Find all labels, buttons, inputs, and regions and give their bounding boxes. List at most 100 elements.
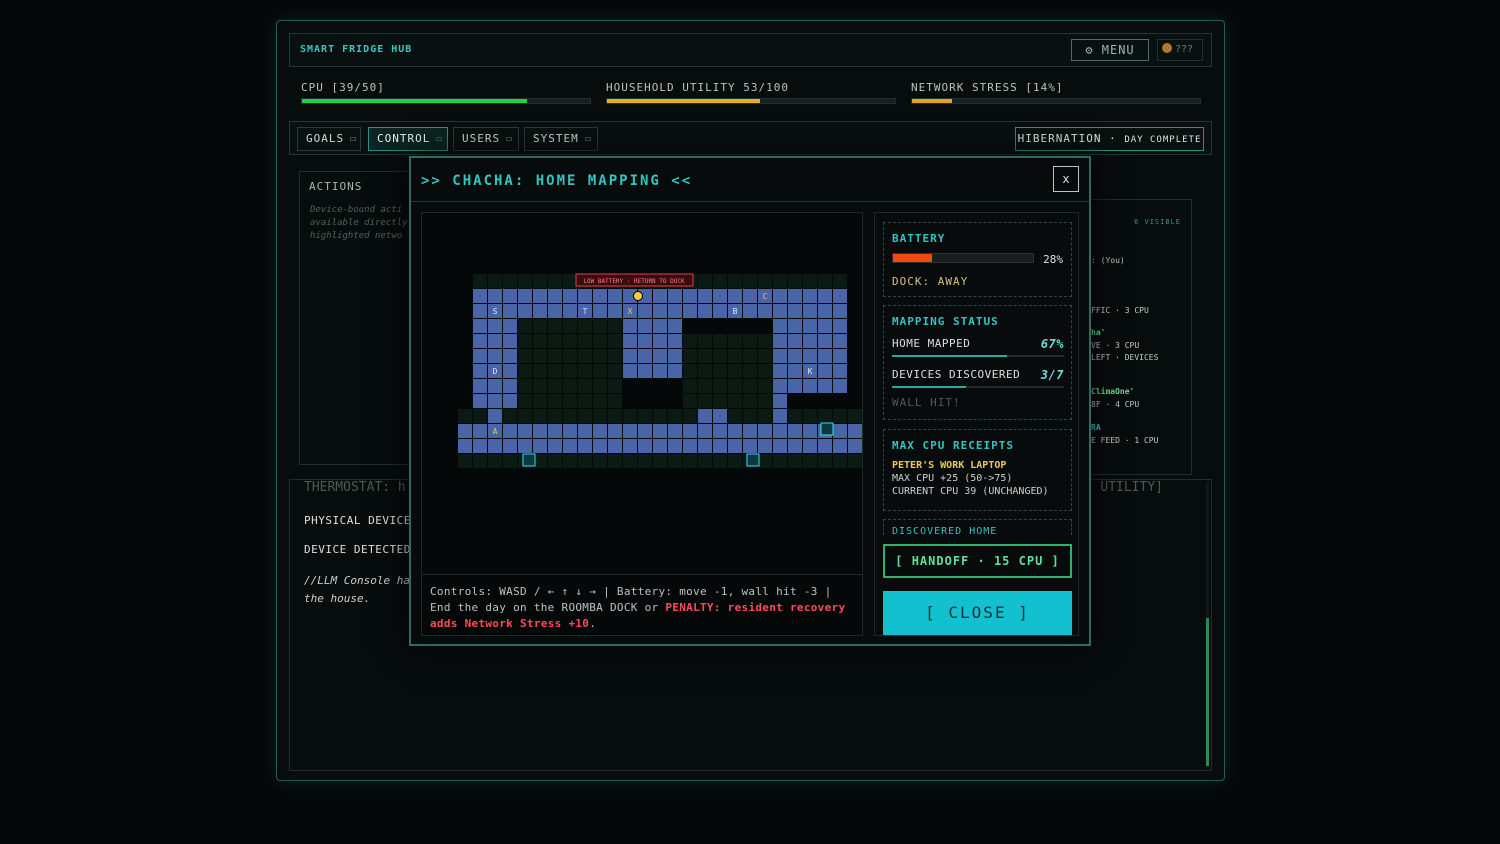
map-room-label: D — [493, 367, 498, 376]
unexplored-tile — [593, 319, 607, 333]
coin-icon — [1162, 43, 1172, 53]
mapped-tile — [593, 424, 607, 438]
unexplored-tile — [668, 454, 682, 468]
mapped-tile — [743, 304, 757, 318]
mapped-tile — [503, 304, 517, 318]
modal-header: >> CHACHA: HOME MAPPING << x — [411, 158, 1089, 202]
mapped-tile — [818, 334, 832, 348]
unexplored-tile — [683, 409, 697, 423]
mapped-tile — [653, 319, 667, 333]
unexplored-tile — [743, 364, 757, 378]
mapped-tile — [833, 334, 847, 348]
receipts-title: MAX CPU RECEIPTS — [892, 439, 1014, 452]
mapped-tile — [563, 424, 577, 438]
stat-label: CPU [39/50] — [301, 81, 385, 94]
mapped-tile — [638, 439, 652, 453]
unexplored-tile — [533, 394, 547, 408]
unexplored-tile — [758, 409, 772, 423]
receipt-device-name: PETER'S WORK LAPTOP — [892, 460, 1007, 471]
mapped-tile — [773, 334, 787, 348]
mapped-tile — [563, 289, 577, 303]
discovered-home-title: DISCOVERED HOME — [892, 526, 998, 535]
unexplored-tile — [548, 379, 562, 393]
unexplored-tile — [788, 274, 802, 288]
mapped-tile — [773, 394, 787, 408]
mapped-tile — [803, 349, 817, 363]
close-button[interactable]: [ CLOSE ] — [883, 591, 1072, 635]
unexplored-tile — [728, 364, 742, 378]
unexplored-tile — [608, 364, 622, 378]
coins-button[interactable]: ??? — [1157, 39, 1203, 61]
mapped-tile — [653, 289, 667, 303]
menu-button[interactable]: ⚙ MENU — [1071, 39, 1149, 61]
device-list-line: E FEED · 1 CPU — [1091, 436, 1159, 445]
unexplored-tile — [728, 379, 742, 393]
map-panel[interactable]: S T X B C D K A LOW BATTERY · RETURN TO DOCK Con… — [421, 212, 863, 636]
hibernation-sub: DAY COMPLETE — [1124, 135, 1202, 145]
tab-label: SYSTEM — [533, 132, 579, 145]
tab-indicator-icon — [506, 137, 513, 141]
mapped-tile — [623, 349, 637, 363]
handoff-button[interactable]: [ HANDOFF · 15 CPU ] — [883, 544, 1072, 578]
unexplored-tile — [683, 379, 697, 393]
home-map[interactable]: S T X B C D K A LOW BATTERY · RETURN TO DOCK — [422, 213, 862, 573]
tab-system[interactable]: SYSTEM — [524, 127, 598, 151]
mapped-tile — [608, 424, 622, 438]
unexplored-tile — [503, 274, 517, 288]
mapped-tile — [608, 304, 622, 318]
mapped-tile — [623, 364, 637, 378]
mapped-tile — [833, 364, 847, 378]
unexplored-tile — [458, 454, 472, 468]
unexplored-tile — [683, 394, 697, 408]
actions-title: ACTIONS — [309, 180, 363, 193]
hibernation-button[interactable]: HIBERNATION · DAY COMPLETE — [1015, 127, 1204, 151]
mapped-tile — [503, 364, 517, 378]
tab-control[interactable]: CONTROL — [368, 127, 448, 151]
tab-goals[interactable]: GOALS — [297, 127, 361, 151]
mapped-tile — [638, 319, 652, 333]
close-x-button[interactable]: x — [1053, 166, 1079, 192]
unexplored-tile — [608, 454, 622, 468]
unexplored-tile — [713, 454, 727, 468]
mapped-tile — [788, 439, 802, 453]
unexplored-tile — [578, 409, 592, 423]
mapped-tile — [683, 424, 697, 438]
unexplored-tile — [788, 409, 802, 423]
map-room-label: B — [733, 307, 738, 316]
scrollbar-thumb[interactable] — [1206, 618, 1209, 766]
unexplored-tile — [683, 364, 697, 378]
unexplored-tile — [608, 379, 622, 393]
unexplored-tile — [758, 454, 772, 468]
mapped-tile — [758, 304, 772, 318]
mapped-tile — [533, 304, 547, 318]
home-mapped-fill — [892, 355, 1008, 357]
battery-fill — [893, 254, 933, 262]
tab-indicator-icon — [436, 137, 443, 141]
device-marker-icon — [522, 453, 536, 467]
unexplored-tile — [683, 334, 697, 348]
mapped-tile — [788, 289, 802, 303]
mapped-tile — [713, 409, 727, 423]
unexplored-tile — [563, 454, 577, 468]
mapped-tile — [653, 424, 667, 438]
tab-users[interactable]: USERS — [453, 127, 519, 151]
tab-bar: GOALS CONTROL USERS SYSTEM HIBERNATION ·… — [289, 121, 1212, 155]
mapped-tile — [488, 409, 502, 423]
mapped-tile — [818, 439, 832, 453]
stats-bar: CPU [39/50] HOUSEHOLD UTILITY 53/100 NET… — [289, 71, 1212, 115]
unexplored-tile — [698, 334, 712, 348]
unexplored-tile — [473, 454, 487, 468]
mapped-tile — [668, 439, 682, 453]
unexplored-tile — [803, 274, 817, 288]
coins-value: ??? — [1175, 44, 1194, 55]
mapped-tile — [653, 334, 667, 348]
home-mapped-value: 67% — [1040, 337, 1064, 351]
mapped-tile — [803, 289, 817, 303]
mapped-tile — [518, 424, 532, 438]
mapped-tile — [773, 289, 787, 303]
unexplored-tile — [623, 454, 637, 468]
unexplored-tile — [758, 364, 772, 378]
home-mapped-label: HOME MAPPED — [892, 337, 971, 350]
roomba-dock-icon — [820, 422, 834, 436]
mapped-tile — [548, 304, 562, 318]
